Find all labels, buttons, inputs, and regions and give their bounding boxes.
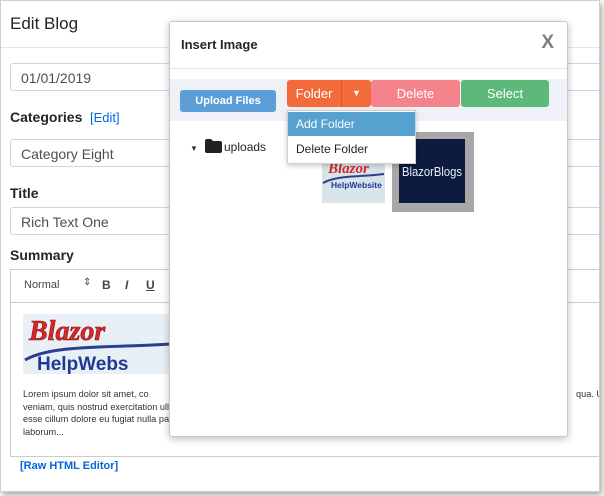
bold-button[interactable]: B: [102, 278, 111, 292]
upload-files-button[interactable]: Upload Files: [180, 90, 276, 112]
categories-edit-link[interactable]: [Edit]: [90, 110, 120, 125]
thumb1-text-2: HelpWebsite: [331, 180, 382, 190]
tree-expand-icon[interactable]: ▼: [190, 144, 198, 153]
menu-item-add-folder[interactable]: Add Folder: [288, 112, 415, 136]
modal-divider: [170, 68, 567, 69]
title-label: Title: [10, 185, 39, 201]
delete-button[interactable]: Delete: [371, 80, 460, 107]
tree-item-uploads[interactable]: uploads: [224, 140, 266, 154]
folder-button[interactable]: Folder: [287, 80, 341, 107]
logo-text-2: HelpWebs: [37, 354, 129, 374]
thumb2-text: BlazorBlogs: [402, 165, 462, 179]
format-select-arrows-icon[interactable]: ⇕: [83, 277, 91, 288]
folder-icon: [205, 139, 222, 158]
lorem-line-1-tail: qua. U: [576, 389, 599, 399]
caret-down-icon: ▼: [352, 88, 361, 98]
select-button[interactable]: Select: [461, 80, 549, 107]
logo-text-1: Blazor: [28, 316, 106, 347]
format-select[interactable]: Normal: [24, 279, 59, 291]
blazor-helpwebsite-logo: Blazor HelpWebs: [23, 314, 173, 374]
menu-item-delete-folder[interactable]: Delete Folder: [288, 137, 415, 161]
page-title: Edit Blog: [10, 14, 79, 33]
summary-label: Summary: [10, 247, 74, 263]
raw-html-editor-link[interactable]: [Raw HTML Editor]: [20, 460, 118, 472]
underline-button[interactable]: U: [146, 278, 155, 292]
folder-dropdown-menu: Add Folder Delete Folder: [287, 110, 416, 164]
edit-blog-window: Edit Blog 01/01/2019 Categories [Edit] C…: [0, 0, 600, 492]
folder-dropdown-toggle[interactable]: ▼: [341, 80, 371, 107]
italic-button[interactable]: I: [125, 278, 128, 292]
categories-label: Categories: [10, 109, 83, 125]
insert-image-modal: Insert Image X Upload Files Folder ▼ Del…: [169, 21, 568, 437]
modal-title: Insert Image: [181, 37, 258, 52]
close-icon[interactable]: X: [541, 32, 554, 54]
